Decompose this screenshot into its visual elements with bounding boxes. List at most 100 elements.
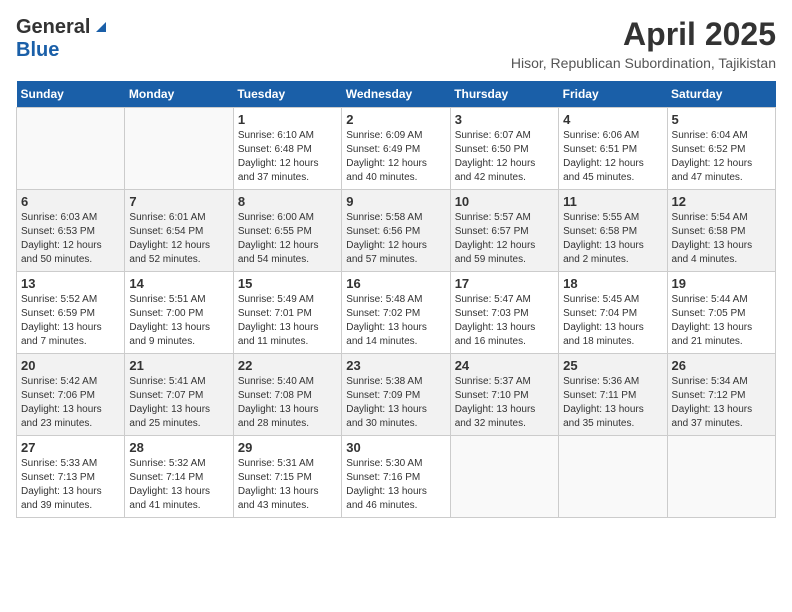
day-cell — [17, 108, 125, 190]
week-row-4: 20 Sunrise: 5:42 AMSunset: 7:06 PMDayligh… — [17, 354, 776, 436]
day-cell: 9 Sunrise: 5:58 AMSunset: 6:56 PMDaylight… — [342, 190, 450, 272]
column-header-wednesday: Wednesday — [342, 81, 450, 108]
day-number: 6 — [21, 194, 120, 209]
day-info: Sunrise: 5:47 AMSunset: 7:03 PMDaylight:… — [455, 293, 554, 349]
day-number: 26 — [672, 358, 771, 373]
day-number: 25 — [563, 358, 662, 373]
day-number: 23 — [346, 358, 445, 373]
day-number: 5 — [672, 112, 771, 127]
day-info: Sunrise: 5:41 AMSunset: 7:07 PMDaylight:… — [129, 375, 228, 431]
week-row-1: 1 Sunrise: 6:10 AMSunset: 6:48 PMDaylight… — [17, 108, 776, 190]
day-info: Sunrise: 5:30 AMSunset: 7:16 PMDaylight:… — [346, 457, 445, 513]
day-info: Sunrise: 5:48 AMSunset: 7:02 PMDaylight:… — [346, 293, 445, 349]
day-cell: 15 Sunrise: 5:49 AMSunset: 7:01 PMDayligh… — [233, 272, 341, 354]
day-info: Sunrise: 5:40 AMSunset: 7:08 PMDaylight:… — [238, 375, 337, 431]
day-cell: 17 Sunrise: 5:47 AMSunset: 7:03 PMDayligh… — [450, 272, 558, 354]
day-cell: 29 Sunrise: 5:31 AMSunset: 7:15 PMDayligh… — [233, 436, 341, 518]
day-info: Sunrise: 5:33 AMSunset: 7:13 PMDaylight:… — [21, 457, 120, 513]
day-cell: 3 Sunrise: 6:07 AMSunset: 6:50 PMDaylight… — [450, 108, 558, 190]
day-cell: 11 Sunrise: 5:55 AMSunset: 6:58 PMDayligh… — [559, 190, 667, 272]
day-cell: 2Sunrise: 6:09 AMSunset: 6:49 PMDaylight… — [342, 108, 450, 190]
day-number: 1 — [238, 112, 337, 127]
day-number: 21 — [129, 358, 228, 373]
week-row-3: 13 Sunrise: 5:52 AMSunset: 6:59 PMDayligh… — [17, 272, 776, 354]
day-cell — [450, 436, 558, 518]
day-info: Sunrise: 5:54 AMSunset: 6:58 PMDaylight:… — [672, 211, 771, 267]
day-cell — [667, 436, 775, 518]
column-header-friday: Friday — [559, 81, 667, 108]
day-number: 22 — [238, 358, 337, 373]
day-cell: 19Sunrise: 5:44 AMSunset: 7:05 PMDayligh… — [667, 272, 775, 354]
day-info: Sunrise: 5:58 AMSunset: 6:56 PMDaylight:… — [346, 211, 445, 267]
day-info: Sunrise: 6:04 AMSunset: 6:52 PMDaylight:… — [672, 129, 771, 185]
column-header-thursday: Thursday — [450, 81, 558, 108]
day-info: Sunrise: 6:01 AMSunset: 6:54 PMDaylight:… — [129, 211, 228, 267]
day-cell: 27 Sunrise: 5:33 AMSunset: 7:13 PMDayligh… — [17, 436, 125, 518]
day-cell: 20 Sunrise: 5:42 AMSunset: 7:06 PMDayligh… — [17, 354, 125, 436]
day-cell: 28Sunrise: 5:32 AMSunset: 7:14 PMDayligh… — [125, 436, 233, 518]
day-info: Sunrise: 5:32 AMSunset: 7:14 PMDaylight:… — [129, 457, 228, 513]
logo-triangle-icon — [92, 18, 108, 39]
day-number: 4 — [563, 112, 662, 127]
day-info: Sunrise: 6:06 AMSunset: 6:51 PMDaylight:… — [563, 129, 662, 185]
day-number: 2 — [346, 112, 445, 127]
day-cell: 1 Sunrise: 6:10 AMSunset: 6:48 PMDaylight… — [233, 108, 341, 190]
day-cell: 12 Sunrise: 5:54 AMSunset: 6:58 PMDayligh… — [667, 190, 775, 272]
day-number: 7 — [129, 194, 228, 209]
day-cell: 8Sunrise: 6:00 AMSunset: 6:55 PMDaylight… — [233, 190, 341, 272]
day-number: 15 — [238, 276, 337, 291]
logo: General Blue — [16, 16, 108, 62]
day-number: 17 — [455, 276, 554, 291]
day-cell: 21 Sunrise: 5:41 AMSunset: 7:07 PMDayligh… — [125, 354, 233, 436]
day-cell: 13 Sunrise: 5:52 AMSunset: 6:59 PMDayligh… — [17, 272, 125, 354]
day-number: 13 — [21, 276, 120, 291]
title-area: April 2025 Hisor, Republican Subordinati… — [511, 16, 776, 71]
day-cell: 7 Sunrise: 6:01 AMSunset: 6:54 PMDaylight… — [125, 190, 233, 272]
day-info: Sunrise: 5:34 AMSunset: 7:12 PMDaylight:… — [672, 375, 771, 431]
day-number: 20 — [21, 358, 120, 373]
day-info: Sunrise: 5:31 AMSunset: 7:15 PMDaylight:… — [238, 457, 337, 513]
day-number: 19 — [672, 276, 771, 291]
day-info: Sunrise: 5:45 AMSunset: 7:04 PMDaylight:… — [563, 293, 662, 349]
day-info: Sunrise: 5:55 AMSunset: 6:58 PMDaylight:… — [563, 211, 662, 267]
day-number: 29 — [238, 440, 337, 455]
day-number: 16 — [346, 276, 445, 291]
column-header-saturday: Saturday — [667, 81, 775, 108]
logo-blue: Blue — [16, 39, 59, 62]
column-header-sunday: Sunday — [17, 81, 125, 108]
day-info: Sunrise: 5:52 AMSunset: 6:59 PMDaylight:… — [21, 293, 120, 349]
day-info: Sunrise: 5:38 AMSunset: 7:09 PMDaylight:… — [346, 375, 445, 431]
day-cell: 18 Sunrise: 5:45 AMSunset: 7:04 PMDayligh… — [559, 272, 667, 354]
calendar-table: SundayMondayTuesdayWednesdayThursdayFrid… — [16, 81, 776, 518]
day-cell: 5 Sunrise: 6:04 AMSunset: 6:52 PMDaylight… — [667, 108, 775, 190]
day-info: Sunrise: 5:49 AMSunset: 7:01 PMDaylight:… — [238, 293, 337, 349]
location-title: Hisor, Republican Subordination, Tajikis… — [511, 55, 776, 71]
day-number: 3 — [455, 112, 554, 127]
day-info: Sunrise: 6:03 AMSunset: 6:53 PMDaylight:… — [21, 211, 120, 267]
day-number: 24 — [455, 358, 554, 373]
header: General Blue April 2025 Hisor, Republica… — [16, 16, 776, 71]
day-info: Sunrise: 5:51 AMSunset: 7:00 PMDaylight:… — [129, 293, 228, 349]
day-info: Sunrise: 6:10 AMSunset: 6:48 PMDaylight:… — [238, 129, 337, 185]
day-cell — [559, 436, 667, 518]
day-cell: 24 Sunrise: 5:37 AMSunset: 7:10 PMDayligh… — [450, 354, 558, 436]
day-number: 9 — [346, 194, 445, 209]
day-number: 8 — [238, 194, 337, 209]
day-cell: 10 Sunrise: 5:57 AMSunset: 6:57 PMDayligh… — [450, 190, 558, 272]
day-cell: 26 Sunrise: 5:34 AMSunset: 7:12 PMDayligh… — [667, 354, 775, 436]
day-info: Sunrise: 5:36 AMSunset: 7:11 PMDaylight:… — [563, 375, 662, 431]
day-number: 10 — [455, 194, 554, 209]
month-title: April 2025 — [511, 16, 776, 53]
day-cell: 6 Sunrise: 6:03 AMSunset: 6:53 PMDaylight… — [17, 190, 125, 272]
day-info: Sunrise: 5:57 AMSunset: 6:57 PMDaylight:… — [455, 211, 554, 267]
day-number: 18 — [563, 276, 662, 291]
day-info: Sunrise: 5:42 AMSunset: 7:06 PMDaylight:… — [21, 375, 120, 431]
day-cell: 22 Sunrise: 5:40 AMSunset: 7:08 PMDayligh… — [233, 354, 341, 436]
day-number: 27 — [21, 440, 120, 455]
day-info: Sunrise: 6:07 AMSunset: 6:50 PMDaylight:… — [455, 129, 554, 185]
day-info: Sunrise: 5:37 AMSunset: 7:10 PMDaylight:… — [455, 375, 554, 431]
day-number: 14 — [129, 276, 228, 291]
column-header-monday: Monday — [125, 81, 233, 108]
day-number: 12 — [672, 194, 771, 209]
day-number: 11 — [563, 194, 662, 209]
